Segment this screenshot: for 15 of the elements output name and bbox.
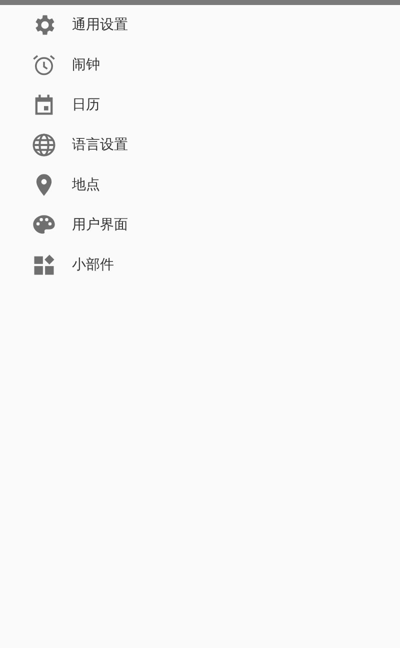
menu-item[interactable]: 日历 bbox=[0, 85, 400, 125]
menu-item[interactable]: 小部件 bbox=[0, 245, 400, 285]
menu-item-label: 通用设置 bbox=[72, 16, 128, 34]
menu-item[interactable]: 地点 bbox=[0, 165, 400, 205]
menu-item-label: 小部件 bbox=[72, 256, 114, 274]
menu-item-label: 地点 bbox=[72, 176, 100, 194]
menu-item-label: 语言设置 bbox=[72, 136, 128, 154]
menu-item[interactable]: 闹钟 bbox=[0, 45, 400, 85]
menu-item[interactable]: 用户界面 bbox=[0, 205, 400, 245]
menu-item-label: 用户界面 bbox=[72, 216, 128, 234]
menu-item-label: 闹钟 bbox=[72, 56, 100, 74]
menu-item[interactable]: 语言设置 bbox=[0, 125, 400, 165]
menu-item-label: 日历 bbox=[72, 96, 100, 114]
globe-icon bbox=[31, 132, 57, 158]
menu-item[interactable]: 通用设置 bbox=[0, 5, 400, 45]
